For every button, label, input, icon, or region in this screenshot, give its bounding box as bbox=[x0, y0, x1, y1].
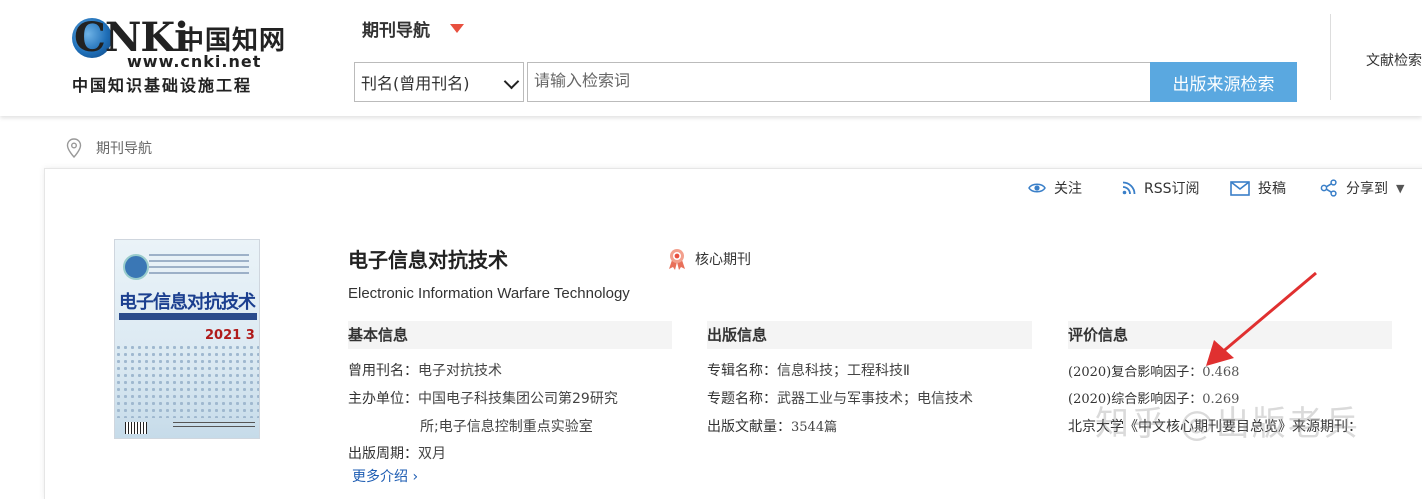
rss-label: RSS订阅 bbox=[1144, 181, 1200, 197]
topic-value: 武器工业与军事技术；电信技术 bbox=[777, 391, 973, 407]
count-label: 出版文献量： bbox=[707, 419, 791, 435]
source-search-button[interactable]: 出版来源检索 bbox=[1150, 62, 1297, 102]
journal-nav-dropdown[interactable]: 期刊导航 bbox=[362, 16, 464, 41]
caret-down-icon bbox=[450, 24, 464, 33]
header-divider bbox=[1330, 14, 1331, 100]
sponsor-value-line2: 所;电子信息控制重点实验室 bbox=[420, 419, 593, 435]
share-label: 分享到 bbox=[1346, 181, 1388, 197]
search-input[interactable] bbox=[527, 62, 1151, 102]
sponsor-label: 主办单位： bbox=[348, 391, 418, 407]
eye-icon bbox=[1028, 183, 1046, 193]
search-field-value: 刊名(曾用刊名) bbox=[361, 74, 470, 93]
cover-issue: 2021 3 bbox=[205, 328, 255, 343]
core-journal-label: 核心期刊 bbox=[695, 252, 751, 268]
submit-label: 投稿 bbox=[1258, 181, 1286, 197]
cycle-value: 双月 bbox=[418, 446, 446, 462]
count-row: 出版文献量：3544篇 bbox=[707, 416, 837, 436]
basic-info-heading: 基本信息 bbox=[348, 321, 672, 349]
journal-title: 电子信息对抗技术 bbox=[348, 248, 508, 272]
follow-label: 关注 bbox=[1054, 181, 1082, 197]
chevron-down-icon bbox=[503, 73, 520, 90]
cover-logo-icon bbox=[123, 254, 149, 280]
topic-row: 专题名称：武器工业与军事技术；电信技术 bbox=[707, 388, 973, 408]
album-row: 专辑名称：信息科技；工程科技Ⅱ bbox=[707, 360, 910, 380]
search-field-select[interactable]: 刊名(曾用刊名) bbox=[354, 62, 524, 102]
location-pin-icon bbox=[66, 138, 82, 158]
cycle-label: 出版周期： bbox=[348, 446, 418, 462]
doc-search-link[interactable]: 文献检索 bbox=[1366, 50, 1422, 70]
rss-button[interactable]: RSS订阅 bbox=[1122, 178, 1200, 198]
caret-down-icon: ▼ bbox=[1396, 181, 1405, 195]
album-label: 专辑名称： bbox=[707, 363, 777, 379]
share-icon bbox=[1320, 179, 1337, 197]
cnki-logo[interactable]: CNKi 中国知网 www.cnki.net 中国知识基础设施工程 bbox=[70, 12, 292, 96]
topic-label: 专题名称： bbox=[707, 391, 777, 407]
more-intro-link[interactable]: 更多介绍 › bbox=[352, 466, 418, 486]
cover-footer-text bbox=[173, 422, 255, 430]
rss-icon bbox=[1122, 181, 1136, 195]
sponsor-row: 主办单位：中国电子科技集团公司第29研究 bbox=[348, 388, 618, 408]
submit-button[interactable]: 投稿 bbox=[1230, 178, 1286, 198]
logo-subtitle: 中国知识基础设施工程 bbox=[72, 76, 253, 95]
envelope-icon bbox=[1230, 180, 1250, 196]
share-dropdown[interactable]: 分享到 ▼ bbox=[1320, 178, 1404, 198]
barcode-icon bbox=[125, 422, 147, 434]
former-name-value: 电子对抗技术 bbox=[418, 363, 502, 379]
album-value: 信息科技；工程科技Ⅱ bbox=[777, 363, 910, 379]
breadcrumb: 期刊导航 bbox=[66, 138, 152, 158]
cycle-row: 出版周期：双月 bbox=[348, 443, 446, 463]
journal-english-title: Electronic Information Warfare Technolog… bbox=[348, 285, 630, 302]
breadcrumb-item[interactable]: 期刊导航 bbox=[96, 138, 152, 158]
follow-button[interactable]: 关注 bbox=[1028, 178, 1082, 198]
cover-header-lines bbox=[149, 254, 249, 274]
award-ribbon-icon bbox=[669, 249, 685, 270]
composite-if-label: (2020)复合影响因子： bbox=[1068, 365, 1203, 380]
publish-info-heading: 出版信息 bbox=[707, 321, 1032, 349]
former-name-label: 曾用刊名： bbox=[348, 363, 418, 379]
sponsor-row-2: 所;电子信息控制重点实验室 bbox=[420, 416, 593, 436]
core-journal-badge: 核心期刊 bbox=[667, 248, 751, 270]
journal-nav-label: 期刊导航 bbox=[362, 21, 430, 41]
cover-title: 电子信息对抗技术 bbox=[119, 292, 256, 313]
watermark: 知乎 @出版老兵 bbox=[1095, 404, 1360, 444]
count-value: 3544篇 bbox=[791, 420, 838, 435]
red-arrow-annotation bbox=[1206, 271, 1317, 366]
former-name-row: 曾用刊名：电子对抗技术 bbox=[348, 360, 502, 380]
journal-cover-image[interactable]: 电子信息对抗技术 2021 3 bbox=[114, 239, 260, 439]
logo-url: www.cnki.net bbox=[127, 52, 262, 71]
cover-dot-pattern bbox=[115, 344, 259, 418]
cover-english-band bbox=[119, 313, 257, 320]
sponsor-value-line1: 中国电子科技集团公司第29研究 bbox=[418, 391, 618, 407]
